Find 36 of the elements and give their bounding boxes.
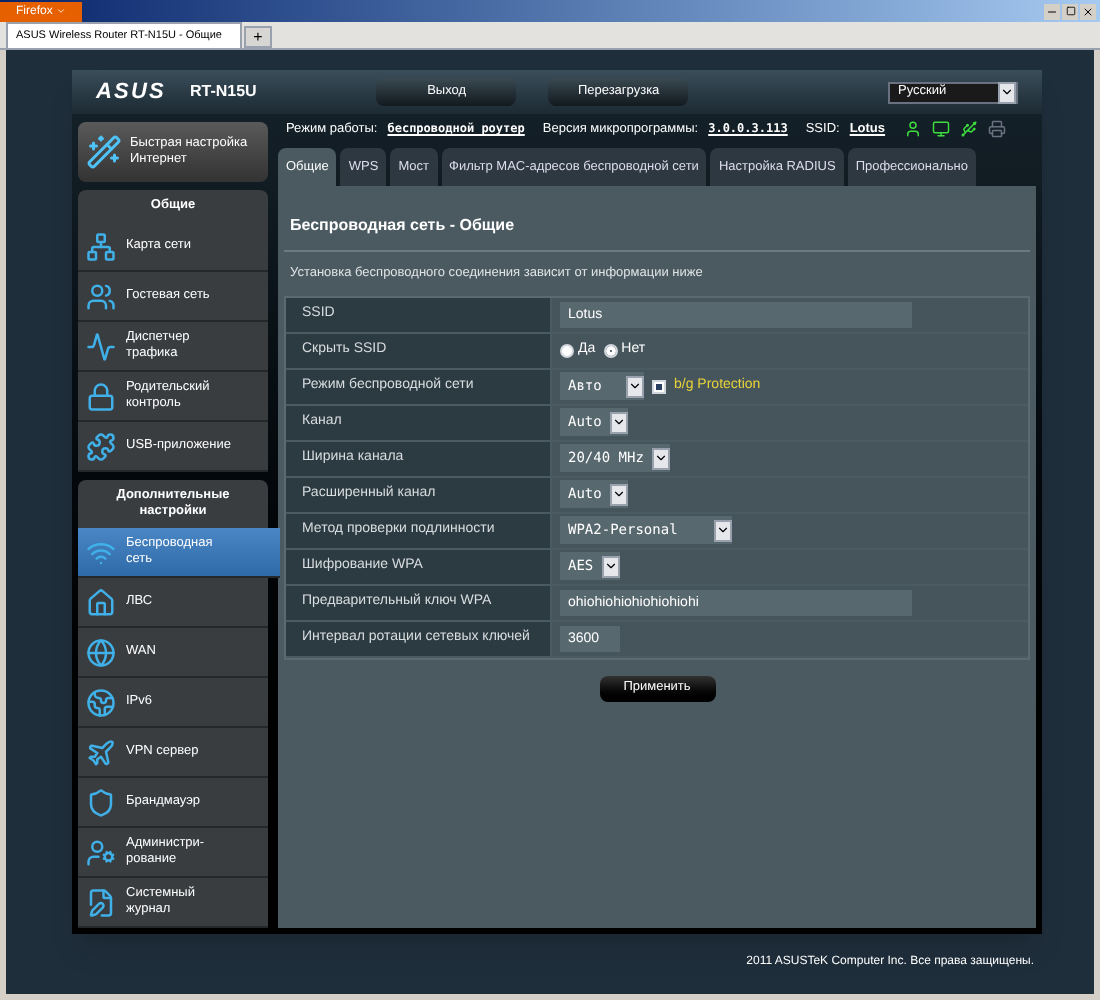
usb-icon[interactable]: [959, 120, 978, 138]
globe-icon: [86, 637, 116, 668]
document-icon: [86, 887, 116, 918]
dropdown-caret-icon: [609, 411, 628, 434]
minimize-icon[interactable]: [1044, 3, 1060, 19]
globe-icon: [86, 687, 116, 718]
page-title: Беспроводная сеть - Общие: [290, 214, 517, 238]
magic-wand-icon: [86, 134, 122, 170]
chart-icon: [86, 331, 116, 362]
maximize-icon[interactable]: [1062, 3, 1078, 19]
dropdown-caret-icon: [609, 483, 628, 506]
monitor-icon[interactable]: [931, 120, 950, 138]
people-icon: [86, 281, 116, 312]
model-name: RT-N15U: [189, 80, 257, 104]
person-icon: [86, 837, 116, 868]
puzzle-icon: [86, 431, 116, 462]
shield-icon: [86, 787, 116, 818]
plane-icon: [86, 737, 116, 768]
dropdown-caret-icon: [714, 519, 732, 542]
radio-button[interactable]: [603, 343, 618, 358]
close-icon[interactable]: [1080, 3, 1096, 19]
checkbox[interactable]: [652, 379, 666, 394]
dropdown-caret-icon: [601, 555, 620, 578]
person-icon[interactable]: [903, 120, 922, 138]
brand-logo: ASUS: [96, 77, 166, 108]
dropdown-caret-icon: [998, 81, 1016, 103]
new-tab-button[interactable]: +: [244, 26, 272, 48]
wifi-icon: [86, 537, 116, 568]
house-icon: [86, 587, 116, 618]
dropdown-caret-icon: [651, 447, 670, 470]
printer-icon[interactable]: [987, 120, 1006, 138]
network-icon: [86, 231, 116, 262]
lock-icon: [86, 381, 116, 412]
dropdown-caret-icon: [626, 375, 644, 398]
radio-button[interactable]: [560, 343, 574, 358]
caret-icon: [56, 6, 67, 16]
